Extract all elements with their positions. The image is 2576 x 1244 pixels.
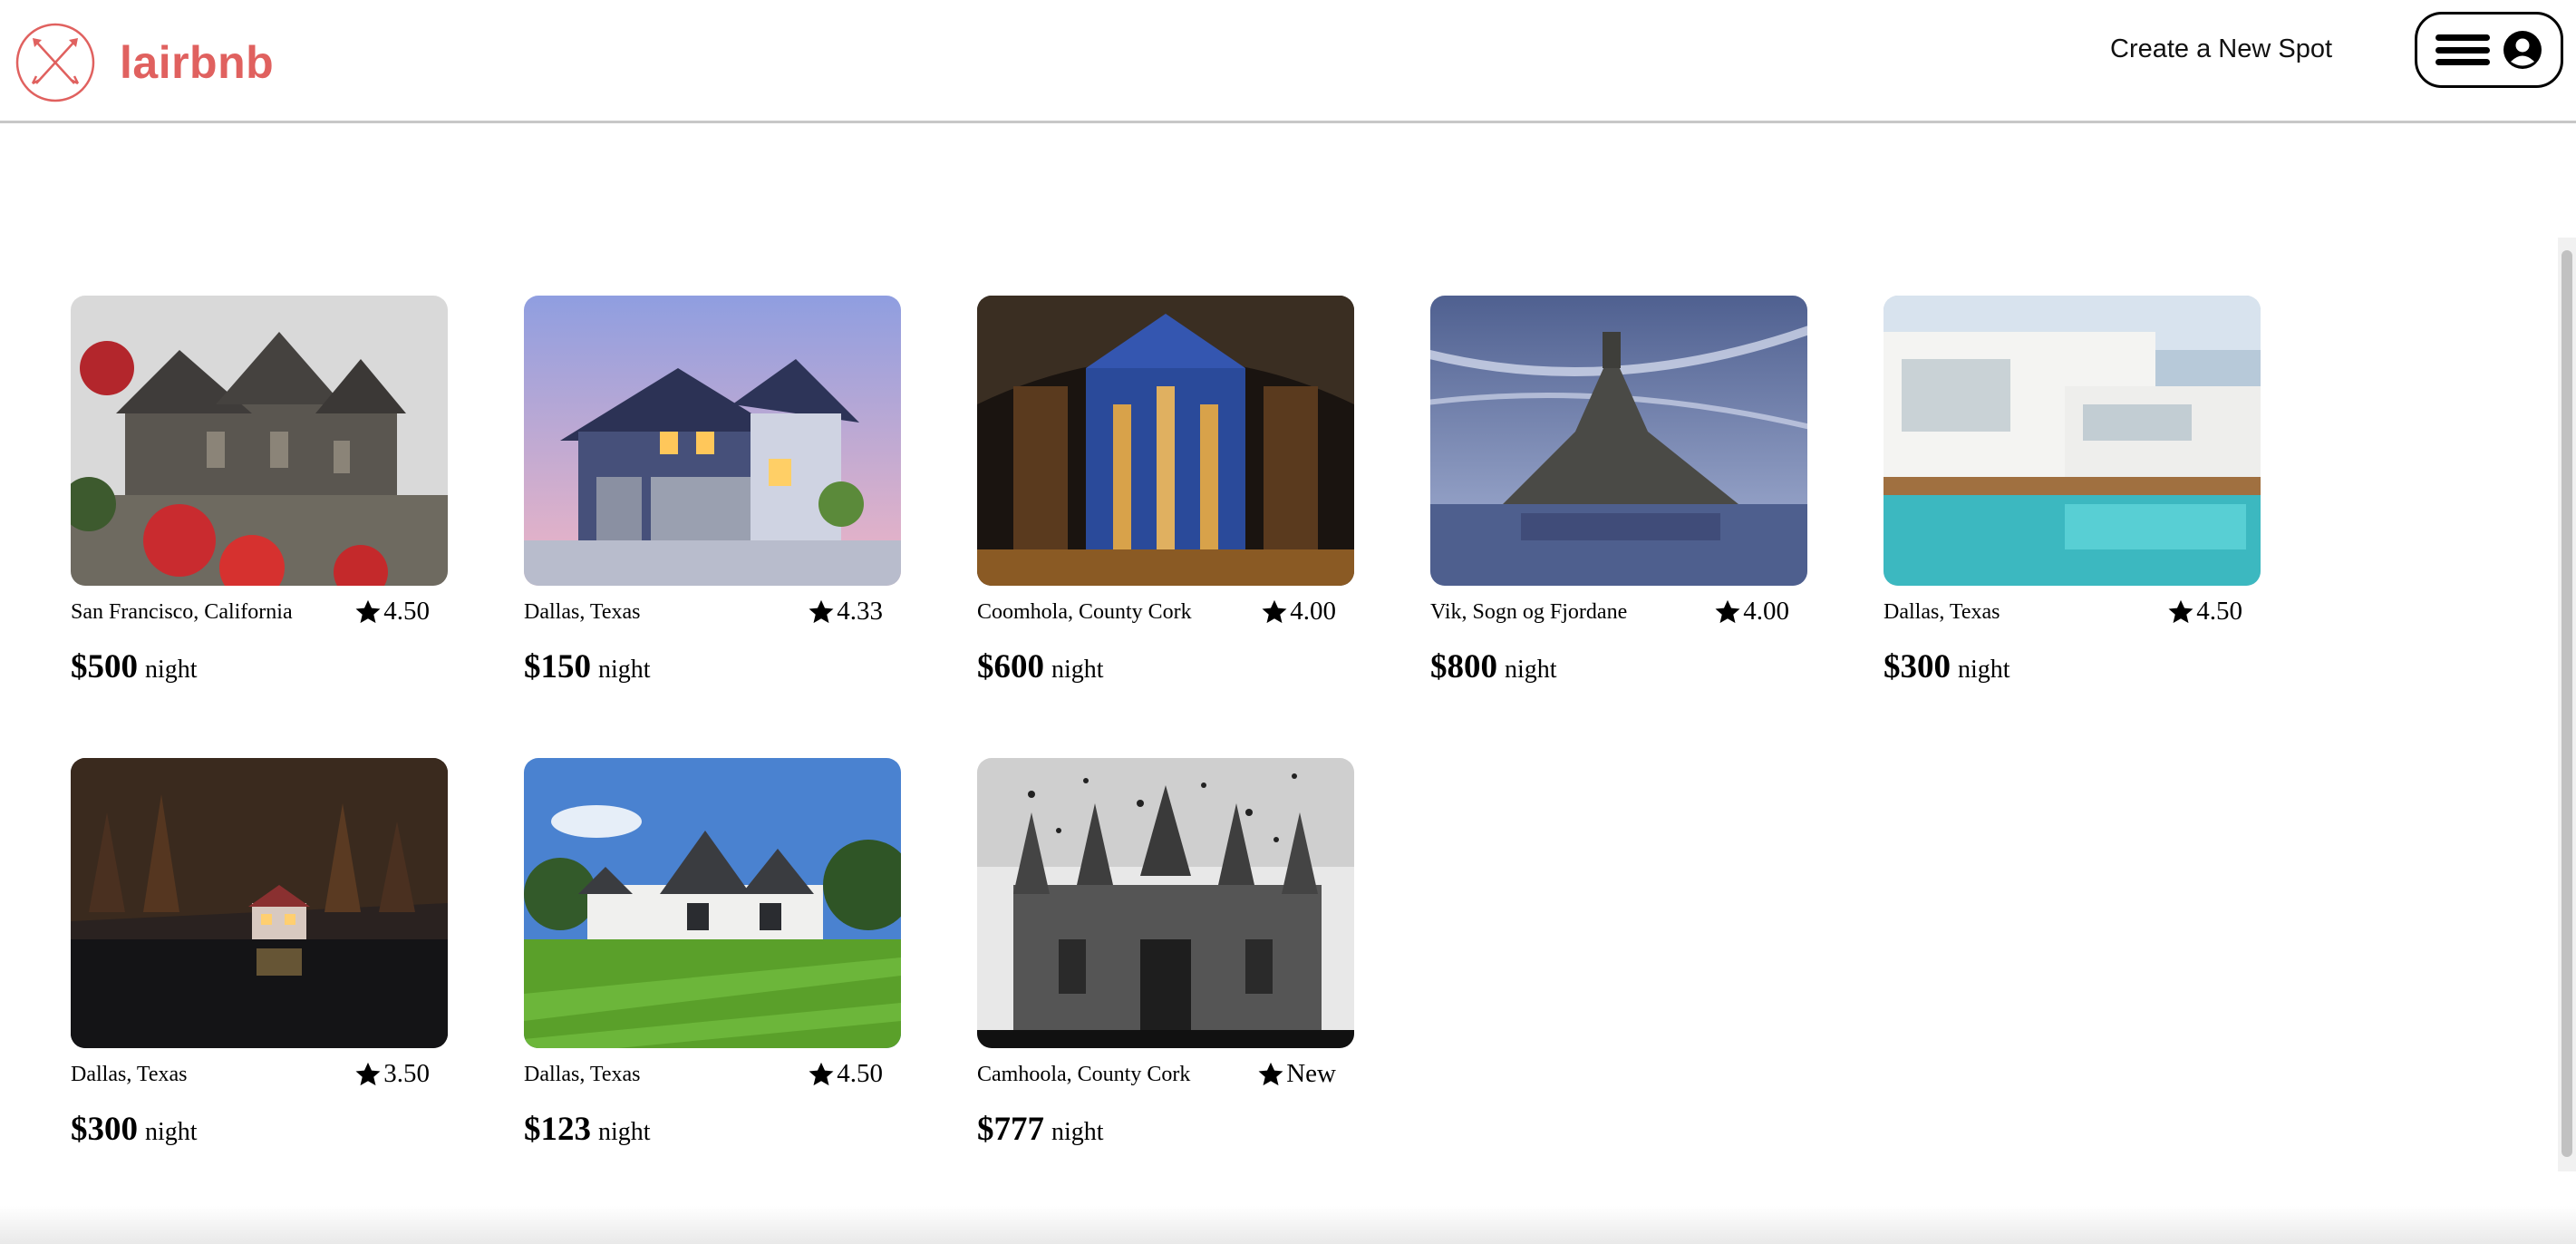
spot-rating: 4.50 [808,1059,883,1089]
spot-card[interactable]: Dallas, Texas 3.50 $300 night [71,758,448,1157]
spot-location: Dallas, Texas [71,1063,188,1086]
create-new-spot-link[interactable]: Create a New Spot [2110,34,2332,64]
star-icon [355,1062,381,1085]
star-icon [1715,599,1740,623]
spot-image[interactable] [71,758,448,1048]
white-farmhouse-lawn-photo [524,758,901,1048]
spot-rating: 3.50 [354,1059,430,1089]
hamburger-icon [2436,31,2490,69]
rating-value: 3.50 [383,1059,430,1088]
spot-image[interactable] [1430,296,1807,586]
spot-location: Coomhola, County Cork [977,600,1192,624]
footer-shadow [0,1206,2576,1244]
spot-location: Dallas, Texas [524,600,641,624]
vertical-scrollbar-thumb[interactable] [2561,250,2572,1157]
spot-price: $123 [524,1111,591,1148]
spot-price: $800 [1430,648,1497,685]
spot-image[interactable] [977,758,1354,1048]
rating-value: New [1286,1059,1336,1088]
spot-location: San Francisco, California [71,600,293,624]
spot-location: Dallas, Texas [524,1063,641,1086]
price-unit: night [1051,656,1104,684]
modern-pool-house-photo [1884,296,2261,586]
price-unit: night [1505,656,1557,684]
profile-menu-button[interactable] [2415,12,2563,88]
spot-card[interactable]: San Francisco, California 4.50 $500 night [71,296,448,695]
price-unit: night [598,656,651,684]
price-unit: night [598,1118,651,1146]
spot-card[interactable]: Camhoola, County Cork New $777 night [977,758,1354,1157]
price-unit: night [1958,656,2010,684]
spot-image[interactable] [71,296,448,586]
spot-price: $600 [977,648,1044,685]
castle-photo [71,296,448,586]
spot-price: $300 [71,1111,138,1148]
spot-location: Camhoola, County Cork [977,1063,1191,1086]
spot-card[interactable]: Dallas, Texas 4.50 $300 night [1884,296,2261,695]
spot-card[interactable]: Coomhola, County Cork 4.00 $600 night [977,296,1354,695]
rating-value: 4.00 [1290,597,1336,626]
rating-value: 4.50 [837,1059,883,1088]
island-abbey-photo [1430,296,1807,586]
home-logo-link[interactable]: lairbnb [15,22,274,103]
star-icon [2168,599,2193,623]
gothic-cathedral-bw-photo [977,758,1354,1048]
spot-rating: New [1257,1059,1336,1089]
price-unit: night [145,656,198,684]
spot-price: $300 [1884,648,1951,685]
brand-name: lairbnb [120,37,275,88]
price-unit: night [145,1118,198,1146]
spot-location: Dallas, Texas [1884,600,2000,624]
spot-rating: 4.00 [1714,597,1789,627]
rating-value: 4.00 [1743,597,1789,626]
star-icon [809,599,834,623]
spot-price: $777 [977,1111,1044,1148]
spot-image[interactable] [524,296,901,586]
spot-price: $500 [71,648,138,685]
spot-rating: 4.50 [2167,597,2242,627]
cathedral-interior-photo [977,296,1354,586]
spot-location: Vik, Sogn og Fjordane [1430,600,1628,624]
spot-image[interactable] [1884,296,2261,586]
spot-card[interactable]: Dallas, Texas 4.50 $123 night [524,758,901,1157]
spot-card[interactable]: Vik, Sogn og Fjordane 4.00 $800 night [1430,296,1807,695]
rating-value: 4.33 [837,597,883,626]
lake-cabin-forest-photo [71,758,448,1048]
star-icon [809,1062,834,1085]
crossed-arrows-logo-icon [15,23,95,102]
star-icon [355,599,381,623]
price-unit: night [1051,1118,1104,1146]
rating-value: 4.50 [383,597,430,626]
suburban-house-photo [524,296,901,586]
spot-image[interactable] [524,758,901,1048]
spot-rating: 4.33 [808,597,883,627]
spot-card[interactable]: Dallas, Texas 4.33 $150 night [524,296,901,695]
rating-value: 4.50 [2196,597,2242,626]
star-icon [1258,1062,1283,1085]
spot-rating: 4.50 [354,597,430,627]
star-icon [1262,599,1287,623]
top-nav: lairbnb Create a New Spot [0,0,2576,123]
spot-price: $150 [524,648,591,685]
spot-image[interactable] [977,296,1354,586]
user-circle-icon [2503,31,2542,69]
spot-rating: 4.00 [1261,597,1336,627]
